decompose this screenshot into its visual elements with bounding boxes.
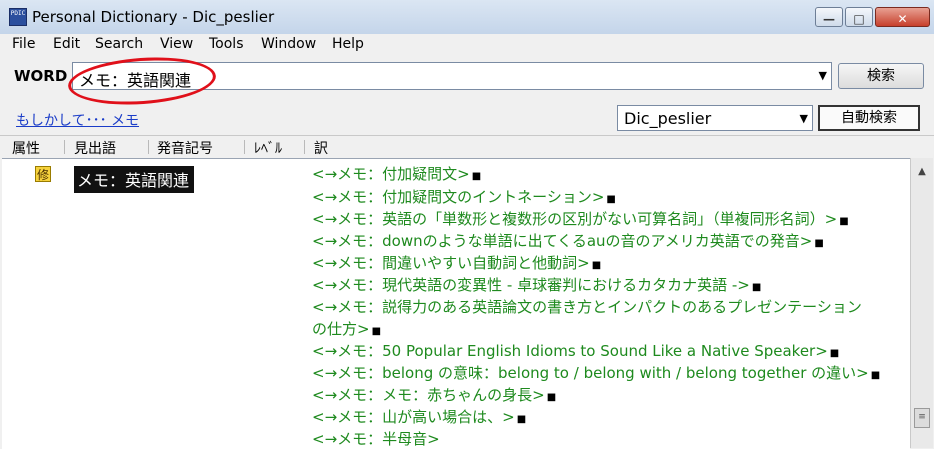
- column-divider[interactable]: [64, 140, 65, 154]
- col-pronunciation[interactable]: 発音記号: [157, 138, 213, 158]
- ref-link[interactable]: <→メモ：付加疑問文のイントネーション> ■: [312, 186, 616, 207]
- scroll-up-arrow-icon[interactable]: ▲: [914, 166, 930, 182]
- window-title: Personal Dictionary - Dic_peslier: [32, 8, 275, 26]
- ref-link[interactable]: <→メモ：説得力のある英語論文の書き方とインパクトのあるプレゼンテーション: [312, 296, 862, 317]
- col-translation[interactable]: 訳: [314, 138, 328, 158]
- menu-window[interactable]: Window: [261, 36, 316, 52]
- maximize-button[interactable]: □: [845, 7, 873, 27]
- menu-bar: File Edit Search View Tools Window Help: [0, 34, 934, 56]
- search-button[interactable]: 検索: [838, 63, 924, 89]
- col-headword[interactable]: 見出語: [74, 138, 116, 158]
- app-icon: PDIC: [9, 8, 27, 26]
- close-icon: ✕: [897, 12, 908, 26]
- dropdown-arrow-icon[interactable]: ▼: [819, 69, 827, 82]
- auto-search-button[interactable]: 自動検索: [818, 105, 920, 131]
- dictionary-select[interactable]: Dic_peslier ▼: [617, 105, 813, 131]
- ref-link[interactable]: <→メモ：間違いやすい自動詞と他動詞> ■: [312, 252, 601, 273]
- col-level[interactable]: ﾚﾍﾞﾙ: [254, 138, 282, 158]
- menu-help[interactable]: Help: [332, 36, 364, 52]
- menu-tools[interactable]: Tools: [209, 36, 244, 52]
- vertical-scrollbar[interactable]: ▲ ≡: [910, 158, 933, 448]
- menu-file[interactable]: File: [12, 36, 35, 52]
- dictionary-select-value: Dic_peslier: [624, 109, 712, 128]
- column-divider[interactable]: [304, 140, 305, 154]
- minimize-icon: —: [823, 12, 835, 26]
- scrollbar-thumb[interactable]: ≡: [914, 408, 930, 428]
- word-search-value: メモ：英語関連: [79, 71, 192, 90]
- close-button[interactable]: ✕: [875, 7, 930, 27]
- word-search-input[interactable]: メモ：英語関連 ▼: [72, 62, 832, 90]
- options-row: もしかして･･･ メモ Dic_peslier ▼ 自動検索: [0, 103, 934, 133]
- column-header: 属性 見出語 発音記号 ﾚﾍﾞﾙ 訳: [0, 135, 934, 158]
- ref-link[interactable]: <→メモ：downのような単語に出てくるauの音のアメリカ英語での発音> ■: [312, 230, 824, 251]
- menu-edit[interactable]: Edit: [53, 36, 80, 52]
- ref-link-continued[interactable]: の仕方> ■: [312, 318, 381, 339]
- col-attribute[interactable]: 属性: [12, 138, 40, 158]
- ref-link[interactable]: <→メモ：50 Popular English Idioms to Sound …: [312, 340, 839, 361]
- maximize-icon: □: [853, 12, 865, 26]
- ref-link[interactable]: <→メモ：山が高い場合は、> ■: [312, 406, 526, 427]
- column-divider[interactable]: [148, 140, 149, 154]
- title-bar[interactable]: PDIC Personal Dictionary - Dic_peslier —…: [0, 0, 934, 35]
- word-label: WORD: [14, 67, 68, 85]
- ref-link[interactable]: <→メモ：英語の「単数形と複数形の区別がない可算名詞」（単複同形名詞）> ■: [312, 208, 849, 229]
- column-divider[interactable]: [244, 140, 245, 154]
- ref-link[interactable]: <→メモ：半母音>: [312, 428, 440, 449]
- suggestion-link[interactable]: もしかして･･･ メモ: [16, 110, 139, 130]
- ref-link[interactable]: <→メモ：付加疑問文> ■: [312, 163, 481, 184]
- menu-search[interactable]: Search: [95, 36, 143, 52]
- ref-link[interactable]: <→メモ：belong の意味：belong to / belong with …: [312, 362, 880, 383]
- dropdown-arrow-icon[interactable]: ▼: [800, 112, 808, 125]
- ref-link[interactable]: <→メモ：メモ：赤ちゃんの身長> ■: [312, 384, 556, 405]
- search-row: WORD メモ：英語関連 ▼ 検索: [0, 57, 934, 99]
- results-list[interactable]: 修 メモ：英語関連 <→メモ：付加疑問文> ■ <→メモ：付加疑問文のイントネーシ…: [2, 158, 910, 449]
- attribute-badge: 修: [35, 166, 51, 182]
- ref-link[interactable]: <→メモ：現代英語の変異性 - 卓球審判におけるカタカナ英語 -> ■: [312, 274, 761, 295]
- minimize-button[interactable]: —: [815, 7, 843, 27]
- headword[interactable]: メモ：英語関連: [74, 166, 195, 193]
- menu-view[interactable]: View: [160, 36, 193, 52]
